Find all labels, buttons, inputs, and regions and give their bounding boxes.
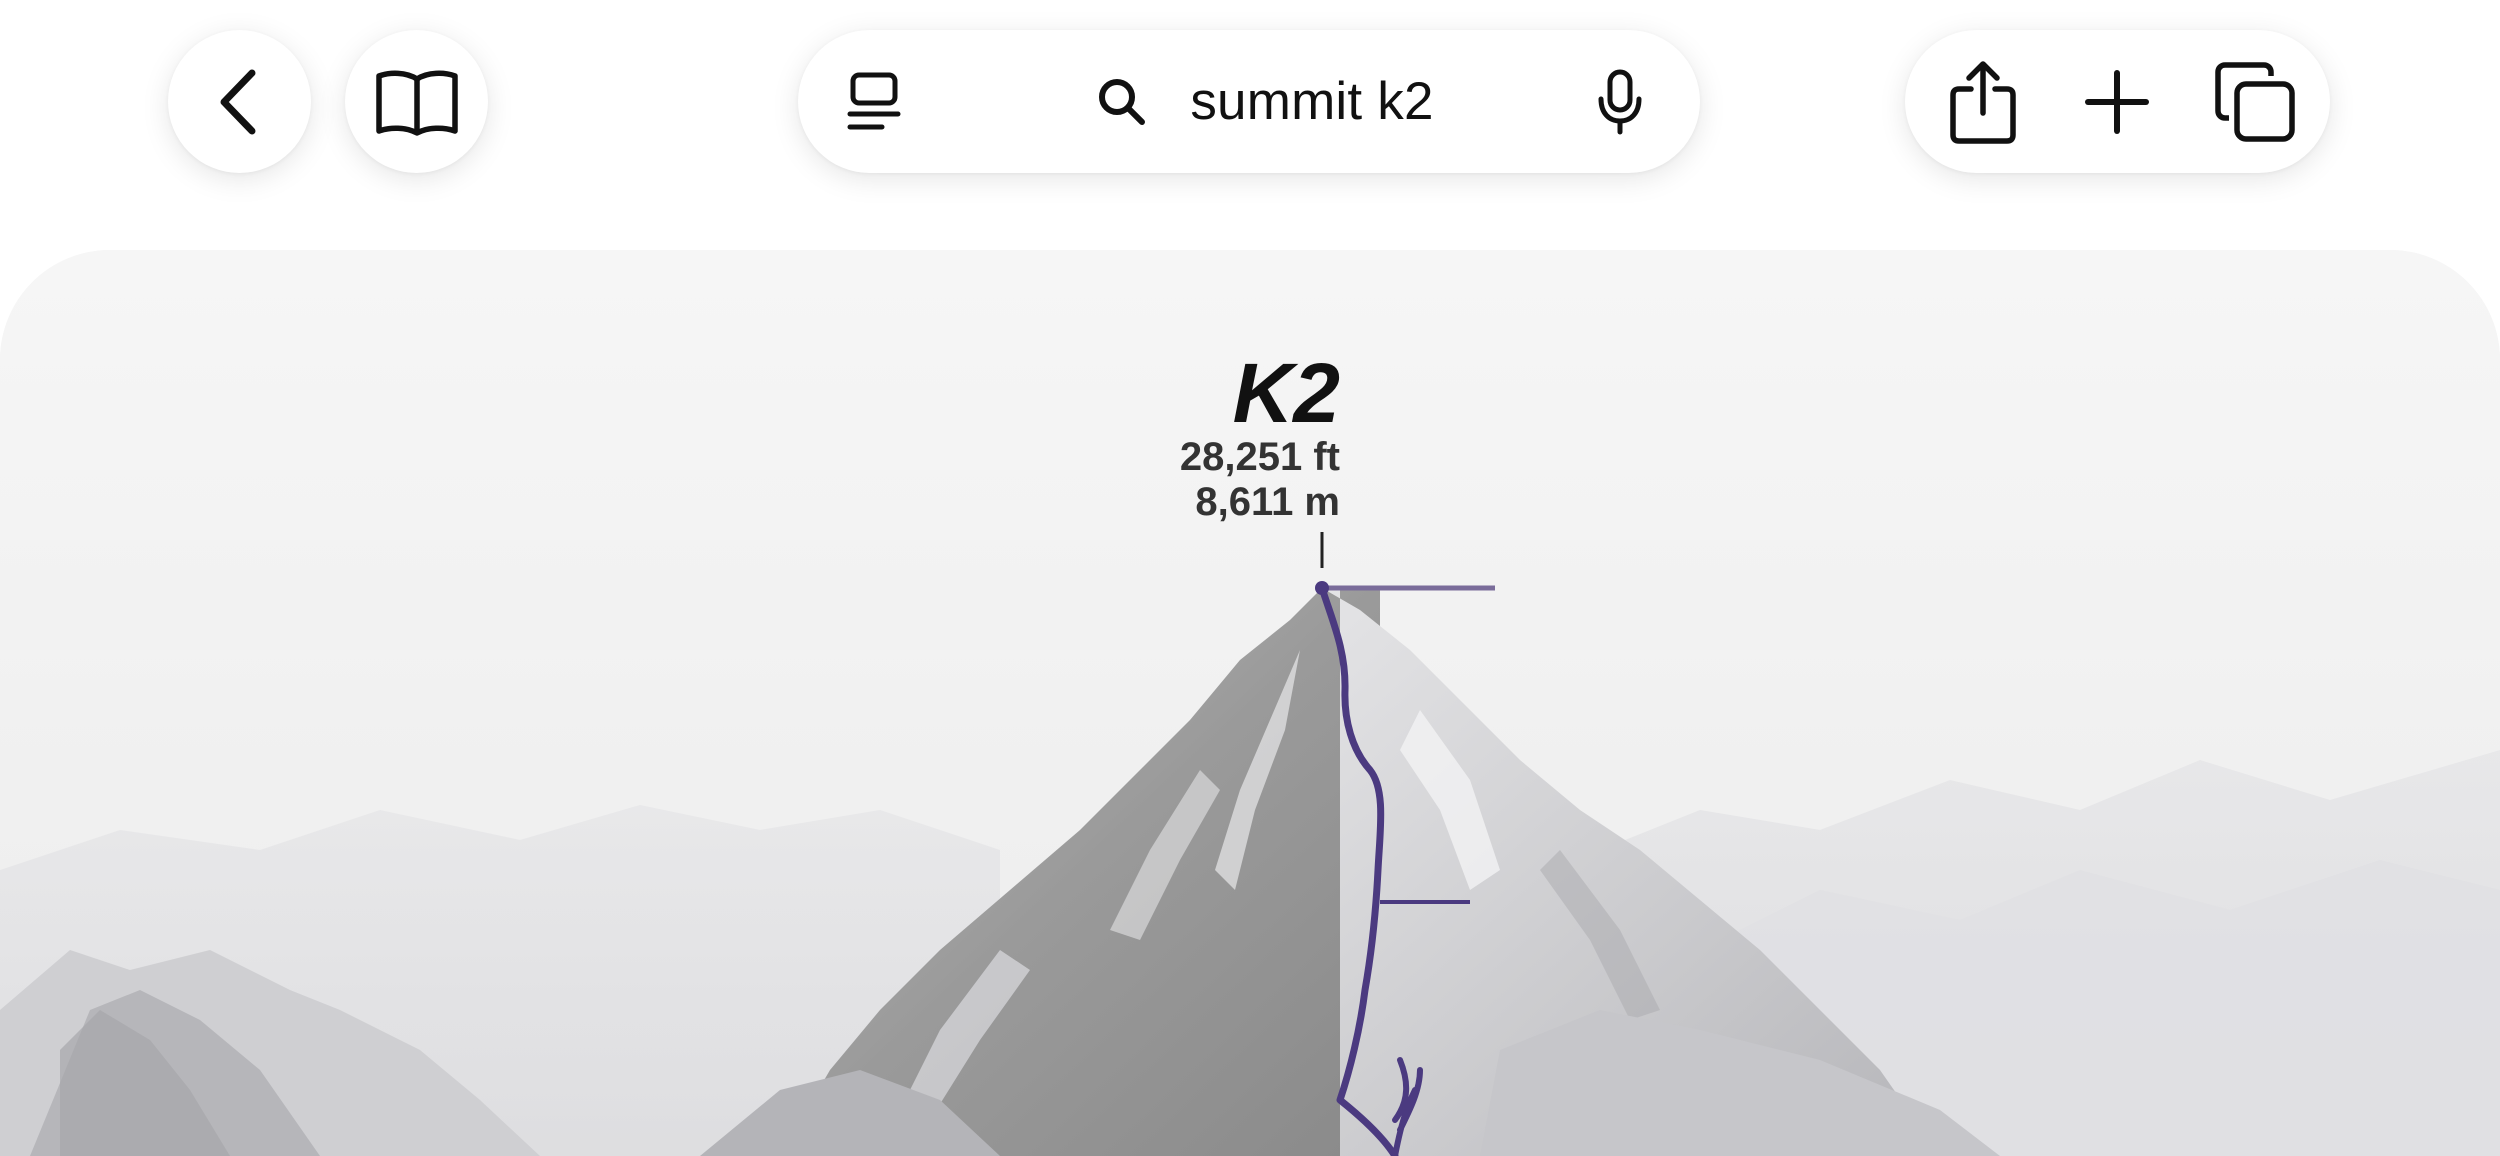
address-bar[interactable]: summit k2 bbox=[798, 30, 1700, 173]
elevation-meters: 8,611 m bbox=[1195, 480, 1340, 524]
address-text: summit k2 bbox=[1190, 72, 1434, 131]
chevron-left-icon bbox=[220, 69, 255, 134]
summit-point bbox=[1315, 581, 1329, 595]
page-menu-button[interactable] bbox=[838, 66, 910, 138]
tabs-button[interactable] bbox=[2205, 52, 2305, 152]
toolbar-actions bbox=[1905, 30, 2330, 173]
tabs-icon bbox=[2215, 62, 2295, 142]
microphone-icon bbox=[1598, 69, 1642, 135]
voice-search-button[interactable] bbox=[1580, 62, 1660, 142]
mountain-title: K2 bbox=[1233, 346, 1340, 440]
browser-toolbar: summit k2 bbox=[0, 0, 2500, 240]
k2-route-illustration: K2 28,251 ft 8,611 m bbox=[0, 250, 2500, 1156]
plus-icon bbox=[2085, 70, 2149, 134]
share-button[interactable] bbox=[1933, 52, 2033, 152]
new-tab-button[interactable] bbox=[2067, 52, 2167, 152]
elevation-feet: 28,251 ft bbox=[1180, 435, 1340, 479]
page-menu-icon bbox=[847, 72, 901, 130]
address-field[interactable]: summit k2 bbox=[798, 30, 1700, 173]
back-button[interactable] bbox=[168, 30, 311, 173]
reader-button[interactable] bbox=[345, 30, 488, 173]
image-result[interactable]: K2 28,251 ft 8,611 m bbox=[0, 250, 2500, 1156]
share-icon bbox=[1950, 61, 2016, 144]
search-icon bbox=[1099, 78, 1146, 125]
book-icon bbox=[375, 70, 458, 136]
